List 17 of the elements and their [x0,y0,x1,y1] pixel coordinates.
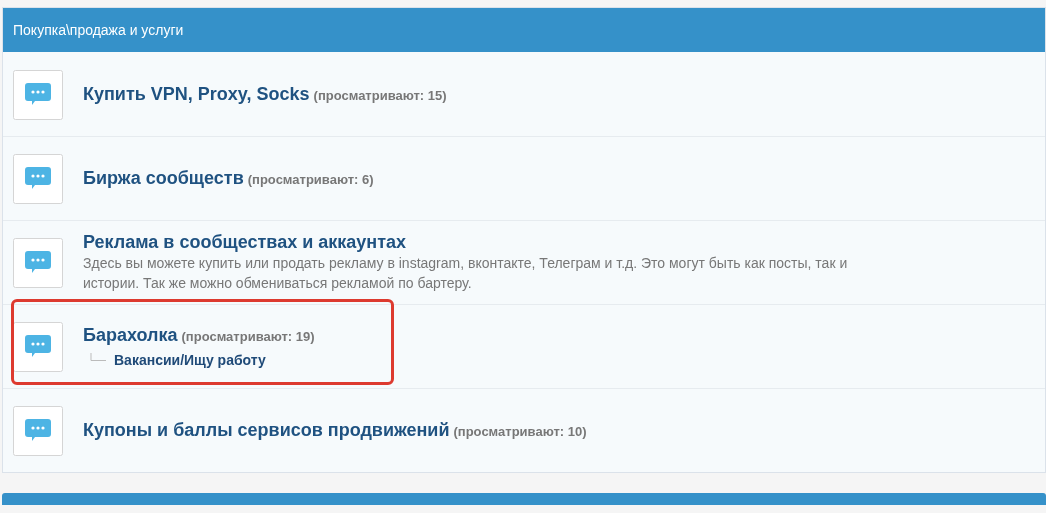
chat-bubble-icon [13,321,63,372]
viewer-count: (просматривают: 10) [453,424,587,439]
forum-title-link[interactable]: Купоны и баллы сервисов продвижений [83,420,450,440]
subforum-link[interactable]: Вакансии/Ищу работу [114,352,266,368]
forum-description: Здесь вы можете купить или продать рекламу в instagram, вконтакте, Телеграм и т.д. Это могут быть как посты, так и истории. Так же можно обмениваться рекламой по бартеру. [83,254,849,293]
chat-bubble-icon [13,405,63,456]
forum-title-link[interactable]: Биржа сообществ [83,168,244,188]
chat-bubble-icon [13,237,63,288]
chat-bubble-icon [13,153,63,204]
forum-title-link[interactable]: Реклама в сообществах и аккаунтах [83,232,406,252]
forum-title-link[interactable]: Барахолка [83,325,178,345]
chat-bubble-icon [13,69,63,120]
tree-connector-icon [90,353,106,361]
forum-title-link[interactable]: Купить VPN, Proxy, Socks [83,84,310,104]
viewer-count: (просматривают: 6) [247,172,374,187]
viewer-count: (просматривают: 15) [313,88,447,103]
viewer-count: (просматривают: 19) [181,329,315,344]
